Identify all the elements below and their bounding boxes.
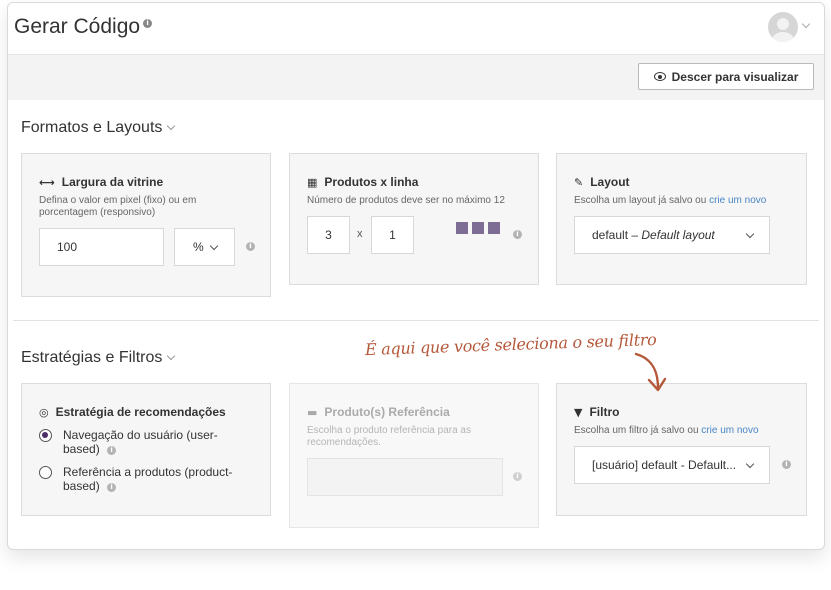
width-input[interactable]: 100 bbox=[39, 228, 164, 266]
chevron-down-icon bbox=[745, 459, 755, 469]
panel-description: Defina o valor em pixel (fixo) ou em porc… bbox=[39, 195, 197, 218]
info-icon[interactable]: i bbox=[107, 446, 117, 455]
panel-title: ⟷ Largura da vitrine bbox=[39, 175, 164, 189]
width-unit-select[interactable]: % bbox=[174, 228, 235, 266]
annotation-arrow-icon bbox=[634, 352, 667, 392]
avatar[interactable] bbox=[768, 12, 798, 42]
create-filter-link[interactable]: crie um novo bbox=[701, 425, 758, 436]
chevron-down-icon[interactable] bbox=[801, 19, 811, 29]
info-icon[interactable]: i bbox=[246, 242, 255, 251]
chevron-down-icon bbox=[167, 351, 176, 361]
filter-icon: ▼ bbox=[574, 405, 583, 419]
scroll-to-preview-button[interactable]: Descer para visualizar bbox=[638, 63, 814, 90]
target-icon: ◎ bbox=[39, 405, 49, 419]
page-title: Gerar Código i bbox=[14, 15, 153, 39]
products-per-row-panel: ▦ Produtos x linha Número de produtos dev… bbox=[289, 153, 539, 285]
avatar-head bbox=[777, 18, 789, 30]
shopping-bag-icon: ▬ bbox=[307, 405, 318, 419]
panel-title: ✎ Layout bbox=[574, 175, 630, 189]
panel-title: ▬ Produto(s) Referência bbox=[307, 405, 450, 419]
panel-description: Número de produtos deve ser no máximo 12 bbox=[307, 195, 505, 206]
create-layout-link[interactable]: crie um novo bbox=[709, 195, 766, 206]
chevron-down-icon bbox=[209, 241, 219, 251]
radio-label[interactable]: Referência a produtos (product-based) i bbox=[63, 465, 243, 493]
info-icon[interactable]: i bbox=[513, 472, 522, 481]
radio-label[interactable]: Navegação do usuário (user-based) i bbox=[63, 428, 243, 456]
eye-icon bbox=[653, 72, 666, 81]
product-square bbox=[456, 222, 468, 234]
chevron-down-icon bbox=[167, 121, 176, 131]
filter-panel: ▼ Filtro Escolha um filtro já salvo ou cr… bbox=[556, 383, 807, 516]
layout-select[interactable]: default – Default layout bbox=[574, 216, 770, 254]
layout-panel: ✎ Layout Escolha um layout já salvo ou cr… bbox=[556, 153, 807, 285]
section-strategies-title[interactable]: Estratégias e Filtros bbox=[21, 349, 176, 367]
info-icon[interactable]: i bbox=[513, 230, 522, 239]
strategy-radio-product[interactable] bbox=[39, 466, 52, 479]
panel-description: Escolha o produto referência para as reco… bbox=[307, 425, 471, 448]
panel-title: ◎ Estratégia de recomendações bbox=[39, 405, 226, 419]
reference-products-panel: ▬ Produto(s) Referência Escolha o produto… bbox=[289, 383, 539, 528]
filter-select[interactable]: [usuário] default - Default... bbox=[574, 446, 770, 484]
rows-input[interactable]: 3 bbox=[307, 216, 350, 254]
panel-title: ▼ Filtro bbox=[574, 405, 620, 419]
grid-icon: ▦ bbox=[307, 175, 318, 189]
section-formats-title[interactable]: Formatos e Layouts bbox=[21, 119, 176, 137]
multiply-sign: x bbox=[357, 228, 363, 240]
panel-description: Escolha um filtro já salvo ou crie um no… bbox=[574, 425, 759, 436]
info-icon[interactable]: i bbox=[782, 460, 791, 469]
info-icon[interactable]: i bbox=[143, 19, 153, 28]
panel-title: ▦ Produtos x linha bbox=[307, 175, 419, 189]
reference-product-input[interactable] bbox=[307, 458, 503, 496]
product-square bbox=[488, 222, 500, 234]
header: Gerar Código i bbox=[8, 3, 824, 55]
width-panel: ⟷ Largura da vitrine Defina o valor em pi… bbox=[21, 153, 271, 297]
panel-description: Escolha um layout já salvo ou crie um no… bbox=[574, 195, 767, 206]
chevron-down-icon bbox=[745, 229, 755, 239]
avatar-body bbox=[772, 32, 794, 42]
pencil-icon: ✎ bbox=[574, 175, 584, 189]
product-square bbox=[472, 222, 484, 234]
horizontal-arrows-icon: ⟷ bbox=[39, 175, 55, 189]
strategy-radio-user[interactable] bbox=[39, 429, 52, 442]
strategy-panel: ◎ Estratégia de recomendações Navegação d… bbox=[21, 383, 271, 516]
section-divider bbox=[13, 320, 819, 321]
generator-card: Gerar Código i Descer para visualizar For… bbox=[7, 2, 825, 550]
cols-input[interactable]: 1 bbox=[371, 216, 414, 254]
info-icon[interactable]: i bbox=[107, 483, 117, 492]
